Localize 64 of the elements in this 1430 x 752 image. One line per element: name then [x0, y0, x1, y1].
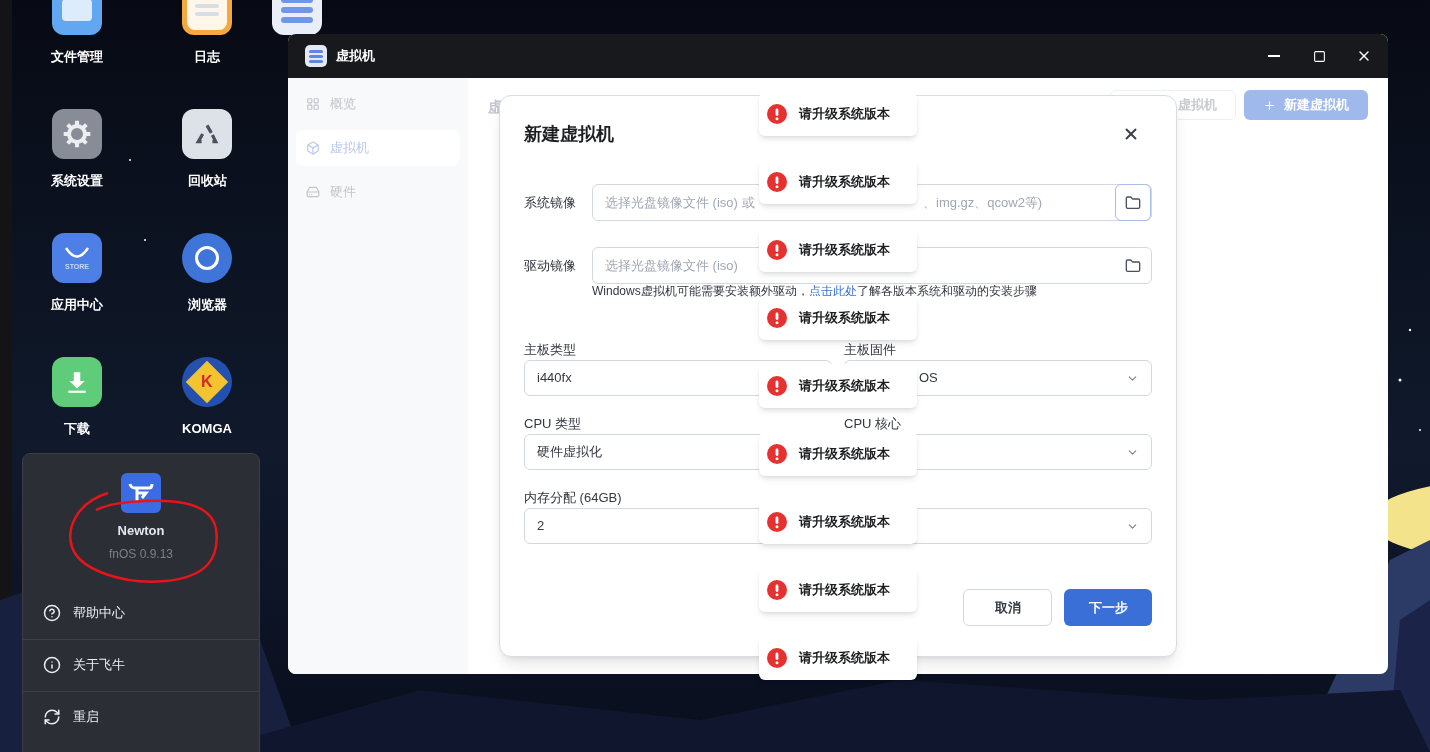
- minimize-icon: [1268, 55, 1280, 57]
- alert-icon: [767, 648, 787, 668]
- cube-icon: [306, 141, 320, 155]
- desktop-icon-label[interactable]: 日志: [194, 49, 220, 65]
- field-label: 主板类型: [524, 342, 576, 358]
- menu-item[interactable]: 关于飞牛: [23, 638, 259, 691]
- desktop-icon-label[interactable]: 文件管理: [51, 49, 103, 65]
- placeholder-text: 选择光盘镜像文件 (iso) 或: [605, 193, 756, 212]
- desktop-icon-label[interactable]: 下载: [64, 421, 90, 437]
- next-button[interactable]: 下一步: [1064, 589, 1152, 626]
- toast: 请升级系统版本: [759, 296, 917, 340]
- field-label: 内存分配 (64GB): [524, 490, 622, 506]
- field-label: CPU 类型: [524, 416, 582, 432]
- notepad-icon[interactable]: [182, 0, 232, 35]
- logo-icon: [121, 473, 161, 513]
- browse-button[interactable]: [1115, 184, 1151, 221]
- info-icon: [43, 656, 61, 674]
- user-name: Newton: [117, 522, 165, 540]
- toast: 请升级系统版本: [759, 500, 917, 544]
- desktop-icon-label[interactable]: 回收站: [187, 173, 227, 189]
- alert-icon: [767, 580, 787, 600]
- field-label: 系统镜像: [524, 193, 577, 212]
- alert-icon: [767, 512, 787, 532]
- window-title: 虚拟机: [336, 47, 375, 66]
- folder-icon: [1125, 194, 1141, 211]
- field-label: 主板固件: [844, 342, 896, 358]
- alert-icon: [767, 240, 787, 260]
- toast: 请升级系统版本: [759, 160, 917, 204]
- field-label: CPU 核心: [844, 416, 902, 432]
- desktop-icon-label[interactable]: 浏览器: [187, 297, 227, 313]
- menu-item[interactable]: 帮助中心: [23, 586, 259, 639]
- drive-icon: [306, 185, 320, 199]
- folder-icon: [1125, 257, 1141, 274]
- desktop-icon-label[interactable]: KOMGA: [182, 421, 232, 437]
- toast: 请升级系统版本: [759, 364, 917, 408]
- help-icon: [43, 603, 61, 622]
- maximize-icon: [1312, 49, 1326, 63]
- alert-icon: [767, 172, 787, 192]
- restart-icon: [43, 708, 61, 726]
- toast: 请升级系统版本: [759, 432, 917, 476]
- alert-icon: [767, 104, 787, 124]
- server-icon[interactable]: [272, 0, 322, 35]
- server-icon: [305, 45, 327, 67]
- placeholder-text: 选择光盘镜像文件 (iso): [605, 256, 738, 275]
- grid-icon: [306, 97, 320, 111]
- desktop-icon-label[interactable]: 系统设置: [51, 173, 103, 189]
- field-label: 驱动镜像: [524, 256, 577, 275]
- desktop-icon-label[interactable]: 应用中心: [51, 297, 103, 313]
- alert-icon: [767, 376, 787, 396]
- alert-icon: [767, 308, 787, 328]
- toast: 请升级系统版本: [759, 92, 917, 136]
- menu-item[interactable]: 重启: [23, 690, 259, 743]
- toast: 请升级系统版本: [759, 636, 917, 680]
- placeholder-text: 、img.gz、qcow2等): [923, 193, 1043, 212]
- dialog-title: 新建虚拟机: [524, 122, 614, 146]
- version-text: fnOS 0.9.13: [108, 545, 173, 563]
- gear-icon[interactable]: [52, 109, 102, 159]
- alert-icon: [767, 444, 787, 464]
- plus-icon: [1263, 98, 1276, 112]
- folder-icon[interactable]: [52, 0, 102, 35]
- download-icon[interactable]: [52, 357, 102, 407]
- toast: 请升级系统版本: [759, 228, 917, 272]
- cancel-button[interactable]: 取消: [963, 589, 1052, 626]
- toast: 请升级系统版本: [759, 568, 917, 612]
